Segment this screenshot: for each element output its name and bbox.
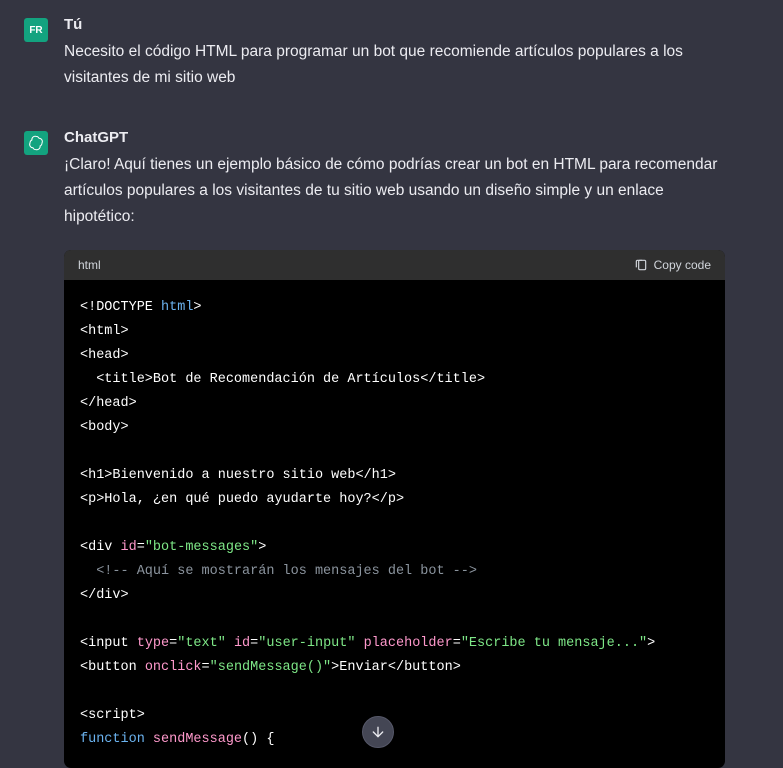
user-content: Tú Necesito el código HTML para programa…: [64, 16, 725, 91]
clipboard-icon: [634, 258, 648, 272]
user-text: Necesito el código HTML para programar u…: [64, 39, 725, 91]
avatar-initials: FR: [29, 25, 42, 36]
assistant-author-label: ChatGPT: [64, 129, 725, 146]
code-body[interactable]: <!DOCTYPE html> <html> <head> <title>Bot…: [64, 280, 725, 768]
code-language-label: html: [78, 258, 101, 272]
assistant-content: ChatGPT ¡Claro! Aquí tienes un ejemplo b…: [64, 129, 725, 768]
assistant-text: ¡Claro! Aquí tienes un ejemplo básico de…: [64, 152, 725, 230]
chatgpt-logo-icon: [28, 135, 44, 151]
assistant-avatar: [24, 131, 48, 155]
user-avatar: FR: [24, 18, 48, 42]
assistant-message: ChatGPT ¡Claro! Aquí tienes un ejemplo b…: [24, 129, 725, 768]
scroll-to-bottom-button[interactable]: [362, 716, 394, 748]
code-header: html Copy code: [64, 250, 725, 280]
user-message: FR Tú Necesito el código HTML para progr…: [24, 16, 725, 91]
code-block: html Copy code <!DOCTYPE html> <html> <h…: [64, 250, 725, 768]
copy-code-label: Copy code: [654, 258, 711, 272]
user-author-label: Tú: [64, 16, 725, 33]
copy-code-button[interactable]: Copy code: [634, 258, 711, 272]
arrow-down-icon: [370, 724, 386, 740]
chat-thread: FR Tú Necesito el código HTML para progr…: [0, 0, 783, 768]
